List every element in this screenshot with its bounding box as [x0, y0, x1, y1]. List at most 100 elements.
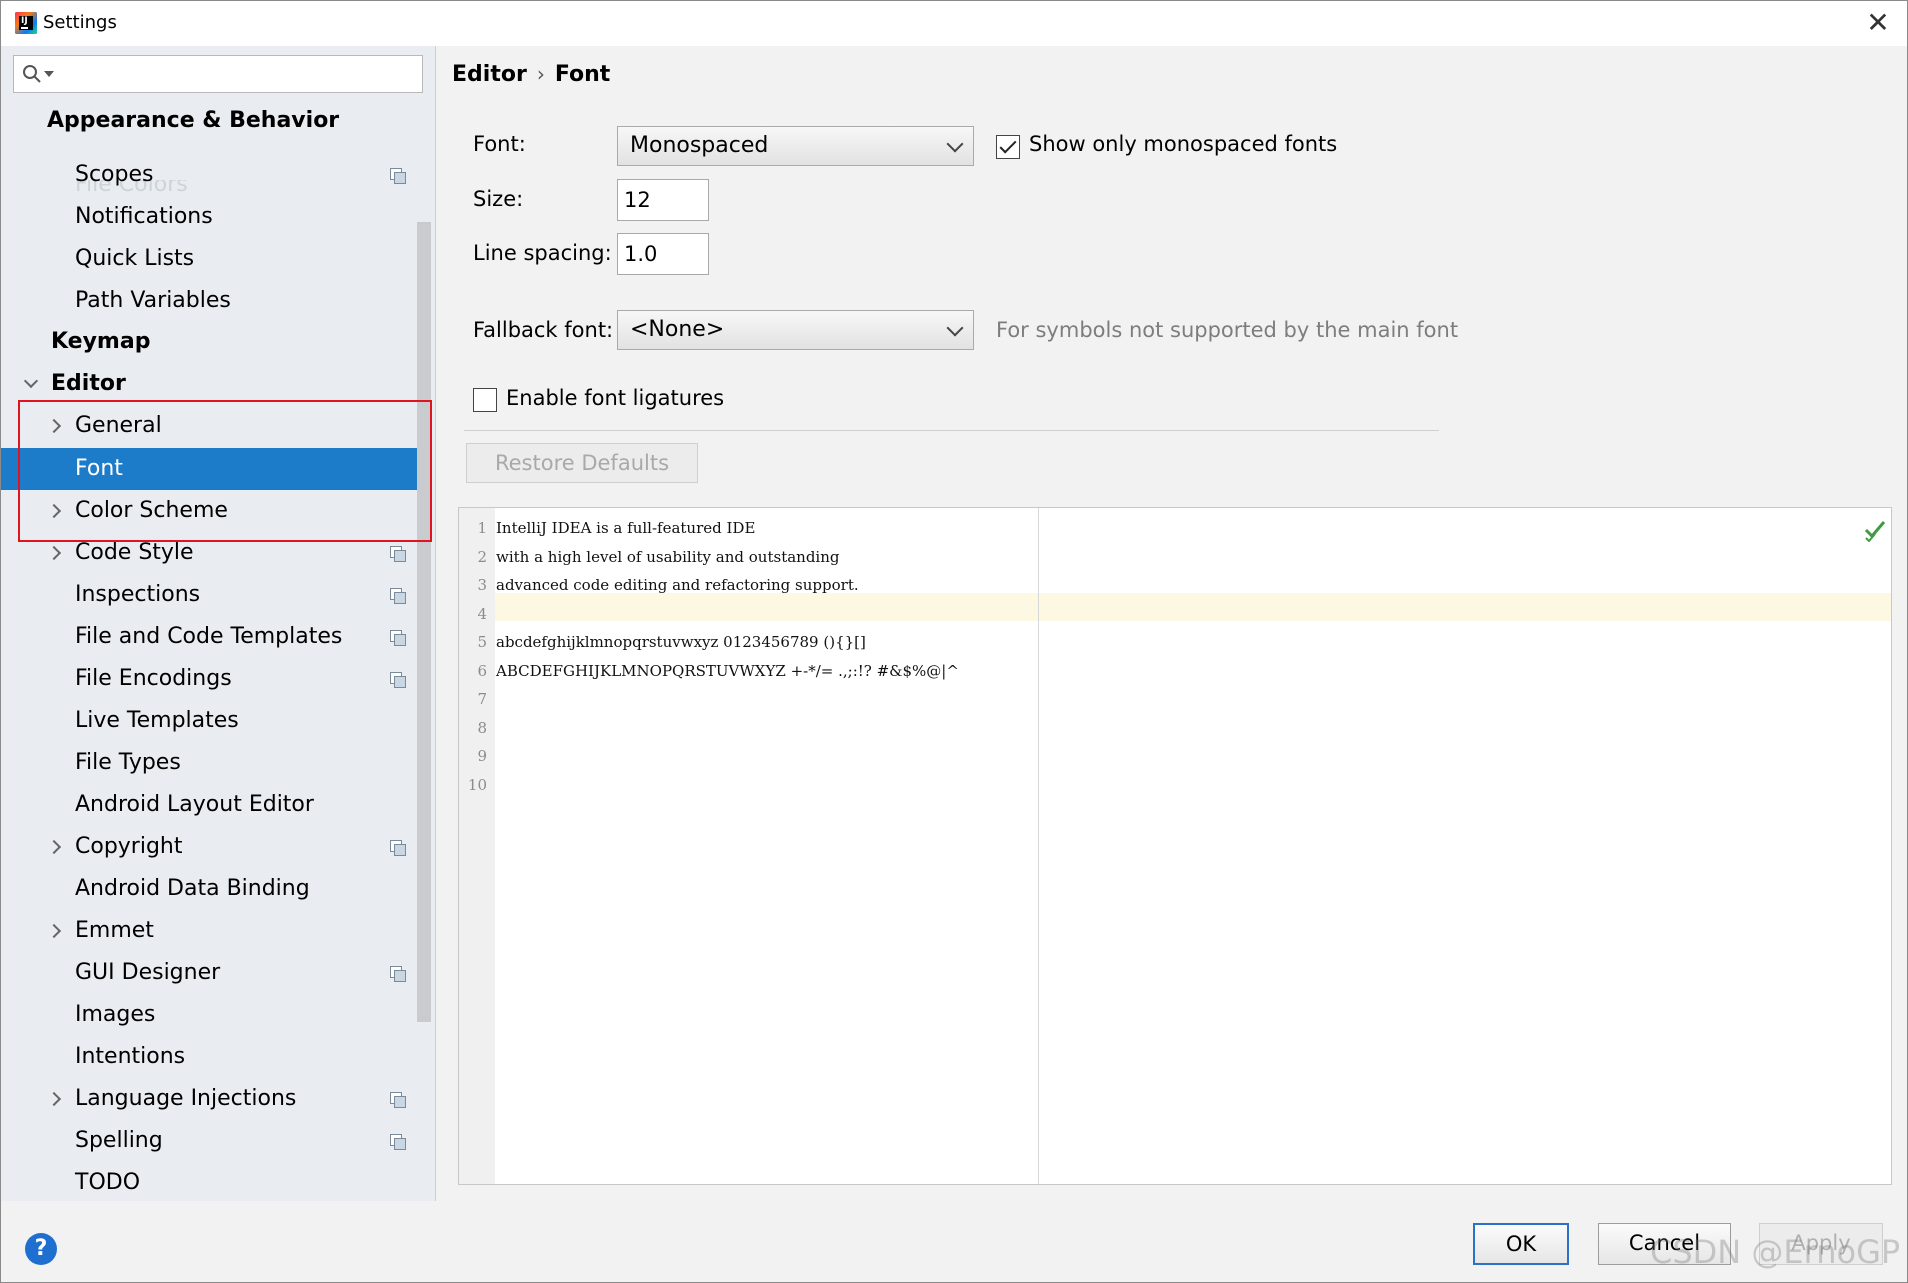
sidebar-item[interactable]: Copyright [1, 826, 419, 868]
chevron-down-icon [946, 135, 964, 153]
settings-sidebar: File Colors Appearance & Behavior Scopes N… [1, 46, 436, 1201]
sidebar-item-label: Code Style [75, 540, 194, 565]
breadcrumb-separator: › [536, 62, 545, 86]
preview-line: 9 [459, 742, 1889, 770]
sidebar-item[interactable]: File and Code Templates [1, 616, 419, 658]
show-monospaced-checkbox[interactable] [996, 135, 1020, 159]
dialog-footer: ? OK Cancel Apply [1, 1201, 1907, 1282]
sidebar-item[interactable]: Scopes [1, 154, 419, 196]
line-spacing-label: Line spacing: [473, 241, 612, 265]
preview-line: 3 advanced code editing and refactoring s… [459, 571, 1889, 599]
search-dropdown-icon[interactable] [44, 71, 54, 79]
fallback-font-value: <None> [630, 317, 725, 342]
chevron-right-icon[interactable] [47, 910, 63, 952]
sidebar-item[interactable]: Intentions [1, 1036, 419, 1078]
sidebar-item[interactable]: General [1, 405, 419, 447]
fallback-font-label: Fallback font: [473, 318, 614, 342]
breadcrumb-parent[interactable]: Editor [452, 62, 527, 87]
chevron-right-icon[interactable] [47, 490, 63, 532]
sidebar-item[interactable]: Images [1, 994, 419, 1036]
line-spacing-input[interactable]: 1.0 [617, 233, 709, 275]
project-scope-icon [390, 840, 406, 856]
sidebar-item-label: Scopes [75, 162, 154, 187]
sidebar-item-label: Emmet [75, 918, 154, 943]
sidebar-item[interactable]: Keymap [1, 321, 419, 363]
sidebar-scrollbar[interactable] [417, 222, 431, 1022]
sidebar-item-label: File and Code Templates [75, 624, 343, 649]
line-number: 7 [477, 690, 487, 708]
font-ligatures-label[interactable]: Enable font ligatures [506, 386, 724, 410]
line-number: 1 [477, 519, 487, 537]
preview-line-text: ABCDEFGHIJKLMNOPQRSTUVWXYZ +-*/= .,;:!? … [496, 661, 959, 680]
fallback-font-combobox[interactable]: <None> [617, 310, 974, 350]
font-ligatures-checkbox[interactable] [473, 388, 497, 412]
sidebar-item[interactable]: Inspections [1, 574, 419, 616]
sidebar-item[interactable]: Editor [1, 363, 419, 405]
ok-button[interactable]: OK [1473, 1223, 1569, 1265]
line-number: 10 [467, 775, 487, 794]
sidebar-item[interactable]: Quick Lists [1, 238, 419, 280]
font-combobox[interactable]: Monospaced [617, 126, 974, 166]
sidebar-item[interactable]: Font [1, 448, 419, 490]
preview-line: 2 with a high level of usability and outs… [459, 543, 1889, 571]
project-scope-icon [390, 168, 406, 184]
sidebar-item-label: Path Variables [75, 288, 231, 313]
sidebar-item-label: Language Injections [75, 1086, 297, 1111]
sidebar-item[interactable]: File Types [1, 742, 419, 784]
sidebar-item[interactable]: Android Layout Editor [1, 784, 419, 826]
sidebar-item[interactable]: Emmet [1, 910, 419, 952]
chevron-down-icon [946, 319, 964, 337]
sidebar-item-label: GUI Designer [75, 960, 221, 985]
sidebar-item[interactable]: TODO [1, 1162, 419, 1204]
sidebar-item[interactable]: GUI Designer [1, 952, 419, 994]
chevron-right-icon[interactable] [47, 1078, 63, 1120]
sidebar-item[interactable]: Appearance & Behavior [1, 106, 419, 142]
sidebar-item[interactable]: Path Variables [1, 280, 419, 322]
sidebar-item-label: Intentions [75, 1044, 186, 1069]
sidebar-item-label: Images [75, 1002, 156, 1027]
chevron-down-icon[interactable] [23, 363, 39, 405]
sidebar-item-label: Font [75, 456, 123, 481]
project-scope-icon [390, 1092, 406, 1108]
help-button[interactable]: ? [25, 1233, 57, 1265]
sidebar-item-label: General [75, 413, 162, 438]
restore-defaults-button[interactable]: Restore Defaults [466, 443, 698, 483]
settings-search-input[interactable] [13, 55, 423, 93]
project-scope-icon [390, 588, 406, 604]
font-preview-editor[interactable]: 1 IntelliJ IDEA is a full-featured IDE 2 wi… [458, 507, 1892, 1185]
intellij-logo-icon: IJ [15, 12, 37, 34]
sidebar-item[interactable]: Language Injections [1, 1078, 419, 1120]
sidebar-item[interactable]: Spelling [1, 1120, 419, 1162]
breadcrumb-current: Font [554, 62, 611, 87]
sidebar-item[interactable]: Live Templates [1, 700, 419, 742]
sidebar-item-label: Inspections [75, 582, 201, 607]
preview-line: 7 [459, 685, 1889, 713]
sidebar-item[interactable]: Notifications [1, 196, 419, 238]
close-button[interactable]: ✕ [1861, 7, 1895, 41]
sidebar-item-label: Appearance & Behavior [47, 108, 340, 133]
sidebar-item[interactable]: Code Style [1, 532, 419, 574]
line-number: 4 [477, 604, 487, 623]
sidebar-item[interactable]: File Encodings [1, 658, 419, 700]
show-monospaced-label[interactable]: Show only monospaced fonts [1029, 132, 1337, 156]
watermark-text: CSDN @ErnoGP [1650, 1233, 1901, 1271]
font-settings-panel: Editor › Font Font: Monospaced Show only m… [436, 46, 1907, 1201]
sidebar-item[interactable]: Color Scheme [1, 490, 419, 532]
preview-line: 10 [459, 771, 1889, 799]
chevron-right-icon[interactable] [47, 826, 63, 868]
sidebar-item-label: Live Templates [75, 708, 239, 733]
sidebar-item-label: Editor [51, 371, 126, 396]
size-input[interactable]: 12 [617, 179, 709, 221]
chevron-right-icon[interactable] [47, 405, 63, 447]
sidebar-item[interactable]: Android Data Binding [1, 868, 419, 910]
preview-line: 1 IntelliJ IDEA is a full-featured IDE [459, 514, 1889, 542]
settings-tree: File Colors Appearance & Behavior Scopes N… [1, 106, 419, 1206]
sidebar-item-label: TODO [75, 1170, 141, 1195]
search-icon [23, 65, 41, 83]
chevron-right-icon[interactable] [47, 532, 63, 574]
project-scope-icon [390, 546, 406, 562]
font-combobox-value: Monospaced [630, 133, 769, 158]
section-divider [464, 430, 1439, 431]
preview-line-text: with a high level of usability and outst… [496, 547, 840, 566]
project-scope-icon [390, 672, 406, 688]
